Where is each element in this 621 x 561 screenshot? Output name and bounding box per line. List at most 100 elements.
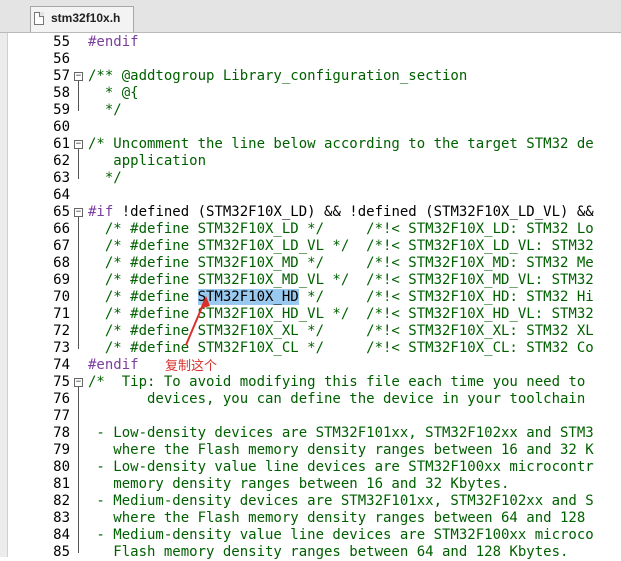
code-line[interactable]: 70 /* #define STM32F10X_HD */ /*!< STM32… — [0, 289, 621, 306]
code-line[interactable]: 56 — [0, 51, 621, 68]
code-text: /** @addtogroup Library_configuration_se… — [88, 68, 467, 85]
code-line[interactable]: 71 /* #define STM32F10X_HD_VL */ /*!< ST… — [0, 306, 621, 323]
line-number: 79 — [53, 442, 70, 458]
code-token: /* Tip: To avoid modifying this file eac… — [88, 374, 586, 390]
line-number: 77 — [53, 408, 70, 424]
code-token: /* #define STM32F10X_LD_VL */ /*!< STM32… — [88, 238, 594, 254]
line-number: 64 — [53, 187, 70, 203]
code-text: #if !defined (STM32F10X_LD) && !defined … — [88, 204, 594, 221]
code-line[interactable]: 66 /* #define STM32F10X_LD */ /*!< STM32… — [0, 221, 621, 238]
code-line[interactable]: 64 — [0, 187, 621, 204]
fold-toggle-icon[interactable]: − — [74, 208, 83, 217]
line-number: 60 — [53, 119, 70, 135]
code-text: - Medium-density value line devices are … — [88, 527, 594, 544]
line-number: 72 — [53, 323, 70, 339]
code-token: /* #define STM32F10X_MD_VL */ /*!< STM32… — [88, 272, 594, 288]
line-number: 73 — [53, 340, 70, 356]
line-number: 61 — [53, 136, 70, 152]
line-number: 81 — [53, 476, 70, 492]
fold-guide — [78, 387, 79, 553]
fold-toggle-icon[interactable]: − — [74, 140, 83, 149]
code-line[interactable]: 61−/* Uncomment the line below according… — [0, 136, 621, 153]
code-text: application — [88, 153, 206, 170]
code-text: /* #define STM32F10X_MD */ /*!< STM32F10… — [88, 255, 594, 272]
code-line[interactable]: 84 - Medium-density value line devices a… — [0, 527, 621, 544]
code-line[interactable]: 68 /* #define STM32F10X_MD */ /*!< STM32… — [0, 255, 621, 272]
line-number: 80 — [53, 459, 70, 475]
code-line[interactable]: 78 - Low-density devices are STM32F101xx… — [0, 425, 621, 442]
code-line[interactable]: 62 application — [0, 153, 621, 170]
code-token: #endif — [88, 357, 139, 373]
code-line[interactable]: 58 * @{ — [0, 85, 621, 102]
code-text: #endif — [88, 357, 139, 374]
line-number: 65 — [53, 204, 70, 220]
code-text: - Medium-density devices are STM32F101xx… — [88, 493, 594, 510]
file-tab[interactable]: stm32f10x.h — [30, 6, 134, 32]
code-token: #endif — [88, 34, 139, 50]
code-token: */ /*!< STM32F10X_HD: STM32 Hi — [298, 289, 594, 305]
code-editor[interactable]: 55 #endif 56 57−/** @addtogroup Library_con… — [0, 33, 621, 560]
code-line[interactable]: 82 - Medium-density devices are STM32F10… — [0, 493, 621, 510]
code-line[interactable]: 79 where the Flash memory density ranges… — [0, 442, 621, 459]
file-tab-label: stm32f10x.h — [51, 11, 121, 25]
line-number: 78 — [53, 425, 70, 441]
code-token: */ — [88, 170, 122, 186]
code-text: */ — [88, 102, 122, 119]
selected-text: STM32F10X_HD — [197, 289, 299, 305]
code-token: - Medium-density value line devices are … — [88, 527, 594, 543]
code-token: /* #define STM32F10X_XL */ /*!< STM32F10… — [88, 323, 594, 339]
fold-toggle-icon[interactable]: − — [74, 72, 83, 81]
code-line[interactable]: 63 */ — [0, 170, 621, 187]
line-number: 55 — [53, 34, 70, 50]
line-number: 69 — [53, 272, 70, 288]
code-text: /* #define STM32F10X_XL */ /*!< STM32F10… — [88, 323, 594, 340]
code-line[interactable]: 77 — [0, 408, 621, 425]
code-line[interactable]: 76 devices, you can define the device in… — [0, 391, 621, 408]
code-text: where the Flash memory density ranges be… — [88, 442, 594, 459]
code-line[interactable]: 75−/* Tip: To avoid modifying this file … — [0, 374, 621, 391]
line-number: 66 — [53, 221, 70, 237]
code-line[interactable]: 60 — [0, 119, 621, 136]
line-number: 85 — [53, 544, 70, 560]
code-line[interactable]: 57−/** @addtogroup Library_configuration… — [0, 68, 621, 85]
code-token: !defined (STM32F10X_LD) && !defined (STM… — [113, 204, 594, 220]
code-text: */ — [88, 170, 122, 187]
code-text: /* Uncomment the line below according to… — [88, 136, 594, 153]
code-token: - Medium-density devices are STM32F101xx… — [88, 493, 594, 509]
code-text: memory density ranges between 16 and 32 … — [88, 476, 509, 493]
code-token: /* #define STM32F10X_CL */ /*!< STM32F10… — [88, 340, 594, 356]
code-line[interactable]: 73 /* #define STM32F10X_CL */ /*!< STM32… — [0, 340, 621, 357]
code-line[interactable]: 59 */ — [0, 102, 621, 119]
code-text: /* #define STM32F10X_LD_VL */ /*!< STM32… — [88, 238, 594, 255]
code-line[interactable]: 72 /* #define STM32F10X_XL */ /*!< STM32… — [0, 323, 621, 340]
code-line[interactable]: 85 Flash memory density ranges between 6… — [0, 544, 621, 561]
file-icon — [34, 12, 44, 25]
code-text: /* #define STM32F10X_LD */ /*!< STM32F10… — [88, 221, 594, 238]
line-number: 56 — [53, 51, 70, 67]
fold-guide — [78, 149, 79, 179]
code-line[interactable]: 81 memory density ranges between 16 and … — [0, 476, 621, 493]
code-token: Flash memory density ranges between 64 a… — [88, 544, 569, 560]
line-number: 76 — [53, 391, 70, 407]
code-line[interactable]: 55 #endif — [0, 34, 621, 51]
line-number: 75 — [53, 374, 70, 390]
line-number: 84 — [53, 527, 70, 543]
fold-toggle-icon[interactable]: − — [74, 378, 83, 387]
code-line[interactable]: 69 /* #define STM32F10X_MD_VL */ /*!< ST… — [0, 272, 621, 289]
code-line[interactable]: 65− #if !defined (STM32F10X_LD) && !defin… — [0, 204, 621, 221]
line-number: 59 — [53, 102, 70, 118]
code-line[interactable]: 83 where the Flash memory density ranges… — [0, 510, 621, 527]
code-token: where the Flash memory density ranges be… — [88, 442, 594, 458]
fold-guide — [78, 81, 79, 111]
code-text: Flash memory density ranges between 64 a… — [88, 544, 568, 561]
line-number: 82 — [53, 493, 70, 509]
code-text: /* Tip: To avoid modifying this file eac… — [88, 374, 585, 391]
code-line[interactable]: 67 /* #define STM32F10X_LD_VL */ /*!< ST… — [0, 238, 621, 255]
code-token: /* Uncomment the line below according to… — [88, 136, 594, 152]
line-number: 70 — [53, 289, 70, 305]
code-line[interactable]: 80 - Low-density value line devices are … — [0, 459, 621, 476]
code-token: memory density ranges between 16 and 32 … — [88, 476, 510, 492]
annotation-label: 复制这个 — [165, 359, 218, 374]
code-line[interactable]: 74 #endif — [0, 357, 621, 374]
line-number: 58 — [53, 85, 70, 101]
